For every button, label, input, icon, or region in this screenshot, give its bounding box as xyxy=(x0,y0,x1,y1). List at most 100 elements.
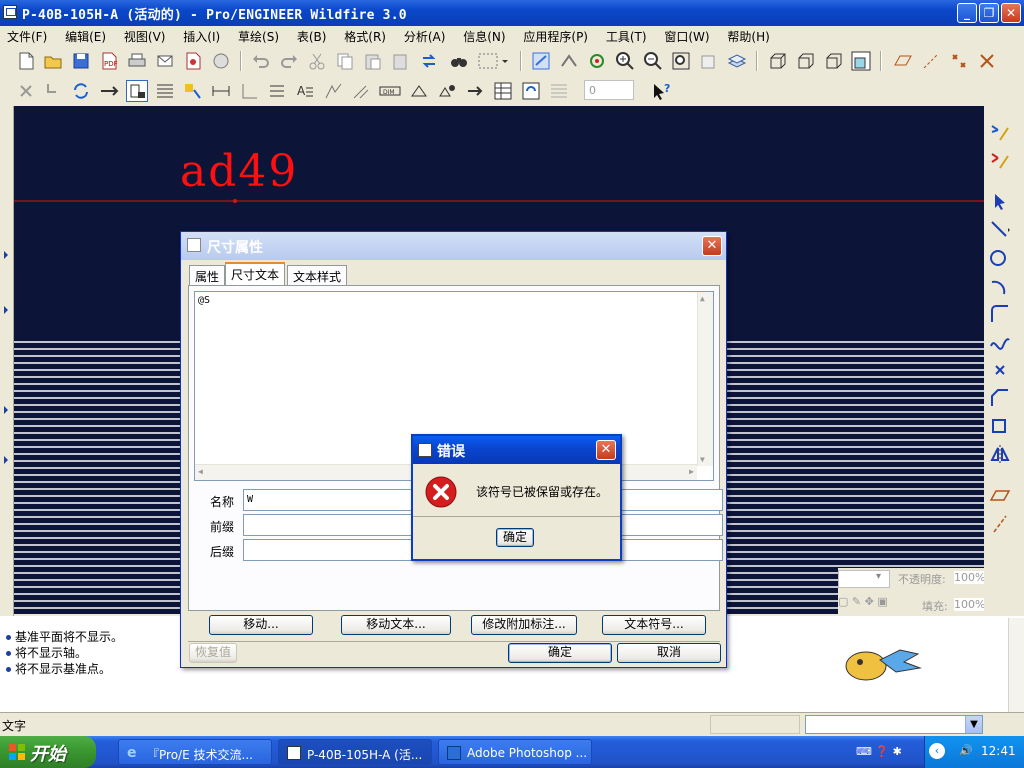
minimize-button[interactable]: _ xyxy=(957,3,977,23)
menu-tools[interactable]: 工具(T) xyxy=(599,26,654,45)
tab-dimension-text[interactable]: 尺寸文本 xyxy=(225,262,286,286)
coord-sys-icon[interactable] xyxy=(976,50,998,72)
refit-icon[interactable] xyxy=(670,50,692,72)
fillet-tool-icon[interactable] xyxy=(988,302,1014,326)
sketcher-pref-icon[interactable] xyxy=(988,120,1014,144)
hidden-line-icon[interactable] xyxy=(794,50,816,72)
symbol-gallery-icon[interactable] xyxy=(436,80,458,102)
cancel-button[interactable]: 取消 xyxy=(617,643,721,663)
chevron-down-icon[interactable]: ▾ xyxy=(876,571,881,582)
plane-tool-icon[interactable] xyxy=(988,484,1014,508)
symbol-icon[interactable] xyxy=(408,80,430,102)
zoom-in-icon[interactable] xyxy=(614,50,636,72)
regenerate-icon[interactable] xyxy=(418,50,440,72)
chevron-down-icon[interactable]: ▼ xyxy=(700,455,705,464)
color-select[interactable] xyxy=(838,570,890,588)
print-pdf-icon[interactable]: PDF xyxy=(98,50,120,72)
chevron-left-icon[interactable]: ‹ xyxy=(929,743,945,759)
find-icon[interactable] xyxy=(448,50,470,72)
arc-tool-icon[interactable] xyxy=(988,274,1014,298)
menu-edit[interactable]: 编辑(E) xyxy=(58,26,113,45)
pdf-export-icon[interactable] xyxy=(182,50,204,72)
menu-format[interactable]: 格式(R) xyxy=(337,26,393,45)
pdf-mail-icon[interactable] xyxy=(210,50,232,72)
copy-icon[interactable] xyxy=(334,50,356,72)
mirror-tool-icon[interactable] xyxy=(988,442,1014,466)
chamfer-tool-icon[interactable] xyxy=(988,386,1014,410)
left-splitter[interactable] xyxy=(0,106,14,616)
close-icon[interactable]: ✕ xyxy=(596,440,616,460)
surface-finish-icon[interactable] xyxy=(322,80,344,102)
chevron-left-icon[interactable]: ◀ xyxy=(198,467,203,476)
message-scrollbar[interactable] xyxy=(1008,618,1024,712)
dimension-icon[interactable] xyxy=(210,80,232,102)
menu-view[interactable]: 视图(V) xyxy=(117,26,173,45)
snap-icon[interactable] xyxy=(42,80,64,102)
maximize-button[interactable]: ❐ xyxy=(979,3,999,23)
select-arrow-icon[interactable] xyxy=(988,190,1014,214)
circle-tool-icon[interactable] xyxy=(988,246,1014,270)
show-annotations-icon[interactable] xyxy=(182,80,204,102)
chevron-down-icon[interactable]: ▼ xyxy=(965,716,982,733)
repaint-icon[interactable] xyxy=(530,50,552,72)
fill-value[interactable]: 100% xyxy=(954,598,984,611)
table-icon[interactable] xyxy=(154,80,176,102)
spin-center-icon[interactable] xyxy=(586,50,608,72)
datum-label-icon[interactable]: DIM xyxy=(378,80,402,102)
wireframe-icon[interactable] xyxy=(766,50,788,72)
menu-sketch[interactable]: 草绘(S) xyxy=(231,26,286,45)
window-title-bar[interactable]: P-40B-105H-A (活动的) - Pro/ENGINEER Wildfi… xyxy=(0,0,1024,26)
move-button[interactable]: 移动... xyxy=(209,615,313,635)
new-icon[interactable] xyxy=(15,50,37,72)
menu-table[interactable]: 表(B) xyxy=(290,26,334,45)
menu-help[interactable]: 帮助(H) xyxy=(720,26,776,45)
switch-view-icon[interactable] xyxy=(98,80,120,102)
datum-axes-icon[interactable] xyxy=(920,50,942,72)
dialog-title-bar[interactable]: 尺寸属性 ✕ xyxy=(181,232,726,260)
error-title-bar[interactable]: 错误 ✕ xyxy=(413,436,620,464)
restore-button[interactable]: 恢复值 xyxy=(189,643,237,663)
close-icon[interactable]: ✕ xyxy=(702,236,722,256)
spline-tool-icon[interactable] xyxy=(988,330,1014,354)
volume-icon[interactable]: 🔊 xyxy=(959,744,973,757)
offset-tool-icon[interactable] xyxy=(988,414,1014,438)
drawing-text-ad49[interactable]: ad49 xyxy=(180,146,298,197)
start-button[interactable]: 开始 xyxy=(0,736,96,768)
orient-mode-icon[interactable] xyxy=(558,50,580,72)
menu-file[interactable]: 文件(F) xyxy=(0,26,54,45)
move-text-button[interactable]: 移动文本... xyxy=(341,615,451,635)
update-icon[interactable] xyxy=(70,80,92,102)
chevron-right-icon[interactable]: ▶ xyxy=(689,467,694,476)
table-update-icon[interactable] xyxy=(520,80,542,102)
geom-tol-icon[interactable] xyxy=(350,80,372,102)
spin-input[interactable]: 0 xyxy=(584,80,634,100)
vertical-scrollbar[interactable]: ▲ ▼ xyxy=(697,292,713,466)
insert-table-icon[interactable] xyxy=(492,80,514,102)
open-icon[interactable] xyxy=(42,50,64,72)
sketch-edit-icon[interactable] xyxy=(988,148,1014,172)
move-item-icon[interactable] xyxy=(464,80,486,102)
delete-icon[interactable] xyxy=(15,80,37,102)
tab-text-style[interactable]: 文本样式 xyxy=(287,265,348,285)
cut-icon[interactable] xyxy=(306,50,328,72)
selection-filter-icon[interactable] xyxy=(476,50,510,72)
menu-insert[interactable]: 插入(I) xyxy=(176,26,227,45)
datum-points-icon[interactable] xyxy=(948,50,970,72)
layers-icon[interactable] xyxy=(726,50,748,72)
opacity-value[interactable]: 100% xyxy=(954,571,984,584)
menu-analysis[interactable]: 分析(A) xyxy=(397,26,453,45)
save-icon[interactable] xyxy=(70,50,92,72)
print-icon[interactable] xyxy=(126,50,148,72)
paste-icon[interactable] xyxy=(362,50,384,72)
close-button[interactable]: ✕ xyxy=(1001,3,1021,23)
note-icon[interactable]: A xyxy=(294,80,316,102)
no-hidden-icon[interactable] xyxy=(822,50,844,72)
ok-button[interactable]: 确定 xyxy=(508,643,612,663)
text-symbol-button[interactable]: 文本符号... xyxy=(602,615,706,635)
clock[interactable]: 12:41 xyxy=(981,744,1016,758)
error-ok-button[interactable]: 确定 xyxy=(496,528,534,547)
datum-planes-icon[interactable] xyxy=(892,50,914,72)
quick-tray-icons[interactable]: ⌨ ❓ ✱ xyxy=(856,745,916,761)
paste-special-icon[interactable] xyxy=(390,50,412,72)
undo-icon[interactable] xyxy=(250,50,272,72)
